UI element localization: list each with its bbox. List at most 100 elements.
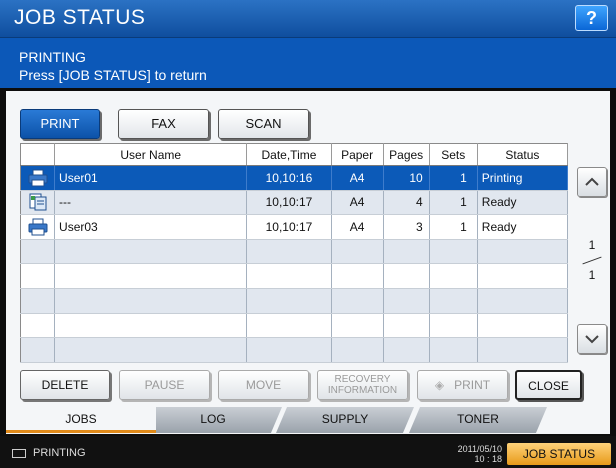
tab-scan[interactable]: SCAN [218,109,309,139]
job-status-screen: JOB STATUS ? PRINTING Press [JOB STATUS]… [0,0,616,468]
cell-user [54,313,248,339]
cell-paper: A4 [331,190,384,216]
help-button[interactable]: ? [575,5,608,31]
recovery-label-line2: INFORMATION [327,385,398,396]
status-date: 2011/05/10 [457,444,502,454]
header-status: Status [477,143,569,166]
cell-status [477,263,569,289]
print-button-label: PRINT [454,378,491,392]
cell-user [54,337,248,363]
cell-job-type [20,263,56,289]
cell-sets [429,263,478,289]
header-sets: Sets [429,143,478,166]
cell-sets: 1 [429,165,478,191]
cell-status [477,337,569,363]
tab-supply[interactable]: SUPPLY [276,407,414,433]
cell-paper: A4 [331,165,384,191]
job-table: User Name Date,Time Paper Pages Sets Sta… [20,143,569,363]
cell-user: --- [54,190,248,216]
cell-pages [383,239,430,265]
cell-sets: 1 [429,190,478,216]
cell-status [477,288,569,314]
cell-status: Ready [477,190,569,216]
bottom-tabs: TONER SUPPLY LOG JOBS [6,407,610,433]
table-row[interactable] [20,263,569,289]
cell-date: 10,10:16 [246,165,332,191]
cell-date: 10,10:17 [246,190,332,216]
header-user-name: User Name [54,143,248,166]
header-paper: Paper [331,143,384,166]
cell-job-type [20,190,56,216]
page-indicator: 1 1 [577,238,607,284]
scroll-down-button[interactable] [577,324,607,354]
status-bar: PRINTING 2011/05/10 10 : 18 JOB STATUS [0,436,616,468]
cell-paper: A4 [331,214,384,240]
cell-status [477,313,569,339]
cell-paper [331,337,384,363]
cell-job-type [20,288,56,314]
diamond-print-icon: ◈ [434,378,445,392]
cell-pages: 10 [383,165,430,191]
tab-jobs[interactable]: JOBS [6,407,156,433]
cell-sets: 1 [429,214,478,240]
page-current: 1 [588,238,596,252]
cell-paper [331,239,384,265]
document-icon [29,193,47,211]
job-status-button[interactable]: JOB STATUS [507,443,611,465]
cell-job-type [20,239,56,265]
cell-user [54,239,248,265]
cell-user [54,288,248,314]
table-row[interactable]: --- 10,10:17 A4 4 1 Ready [20,190,569,216]
chevron-up-icon [585,177,599,186]
cell-user: User03 [54,214,248,240]
cell-status: Printing [477,165,569,191]
cell-date [246,239,332,265]
cell-user [54,263,248,289]
table-row[interactable] [20,337,569,363]
cell-pages: 3 [383,214,430,240]
printer-icon [28,169,48,187]
cell-date [246,288,332,314]
move-button[interactable]: MOVE [218,370,309,400]
tab-log[interactable]: LOG [144,407,282,433]
table-row[interactable]: User03 10,10:17 A4 3 1 Ready [20,214,569,240]
cell-sets [429,239,478,265]
table-header-row: User Name Date,Time Paper Pages Sets Sta… [20,143,569,166]
page-separator [582,256,602,265]
cell-pages [383,263,430,289]
delete-button[interactable]: DELETE [20,370,110,400]
cell-pages: 4 [383,190,430,216]
header-pages: Pages [383,143,430,166]
cell-date [246,313,332,339]
main-panel: PRINT FAX SCAN User Name Date,Time Paper… [6,91,610,434]
cell-sets [429,337,478,363]
table-row[interactable]: User01 10,10:16 A4 10 1 Printing [20,165,569,191]
printer-icon [28,218,48,236]
table-row[interactable] [20,313,569,339]
tab-toner[interactable]: TONER [409,407,547,433]
print-button[interactable]: ◈ PRINT [417,370,508,400]
cell-paper [331,313,384,339]
status-time: 10 : 18 [474,454,502,464]
page-total: 1 [588,268,596,282]
tab-fax[interactable]: FAX [118,109,209,139]
scroll-up-button[interactable] [577,167,607,197]
cell-pages [383,337,430,363]
recovery-information-button[interactable]: RECOVERY INFORMATION [317,370,408,400]
header-date-time: Date,Time [246,143,332,166]
status-text: PRINTING [33,447,86,459]
recovery-label-line1: RECOVERY [334,374,391,385]
cell-job-type [20,313,56,339]
cell-sets [429,288,478,314]
table-row[interactable] [20,239,569,265]
pause-button[interactable]: PAUSE [119,370,210,400]
table-row[interactable] [20,288,569,314]
message-area: PRINTING Press [JOB STATUS] to return [0,38,616,88]
cell-job-type [20,165,56,191]
header-icon-column [20,143,56,166]
cell-date [246,337,332,363]
tab-print[interactable]: PRINT [20,109,100,139]
cell-user: User01 [54,165,248,191]
printer-status-icon [12,449,26,458]
close-button[interactable]: CLOSE [515,370,582,400]
